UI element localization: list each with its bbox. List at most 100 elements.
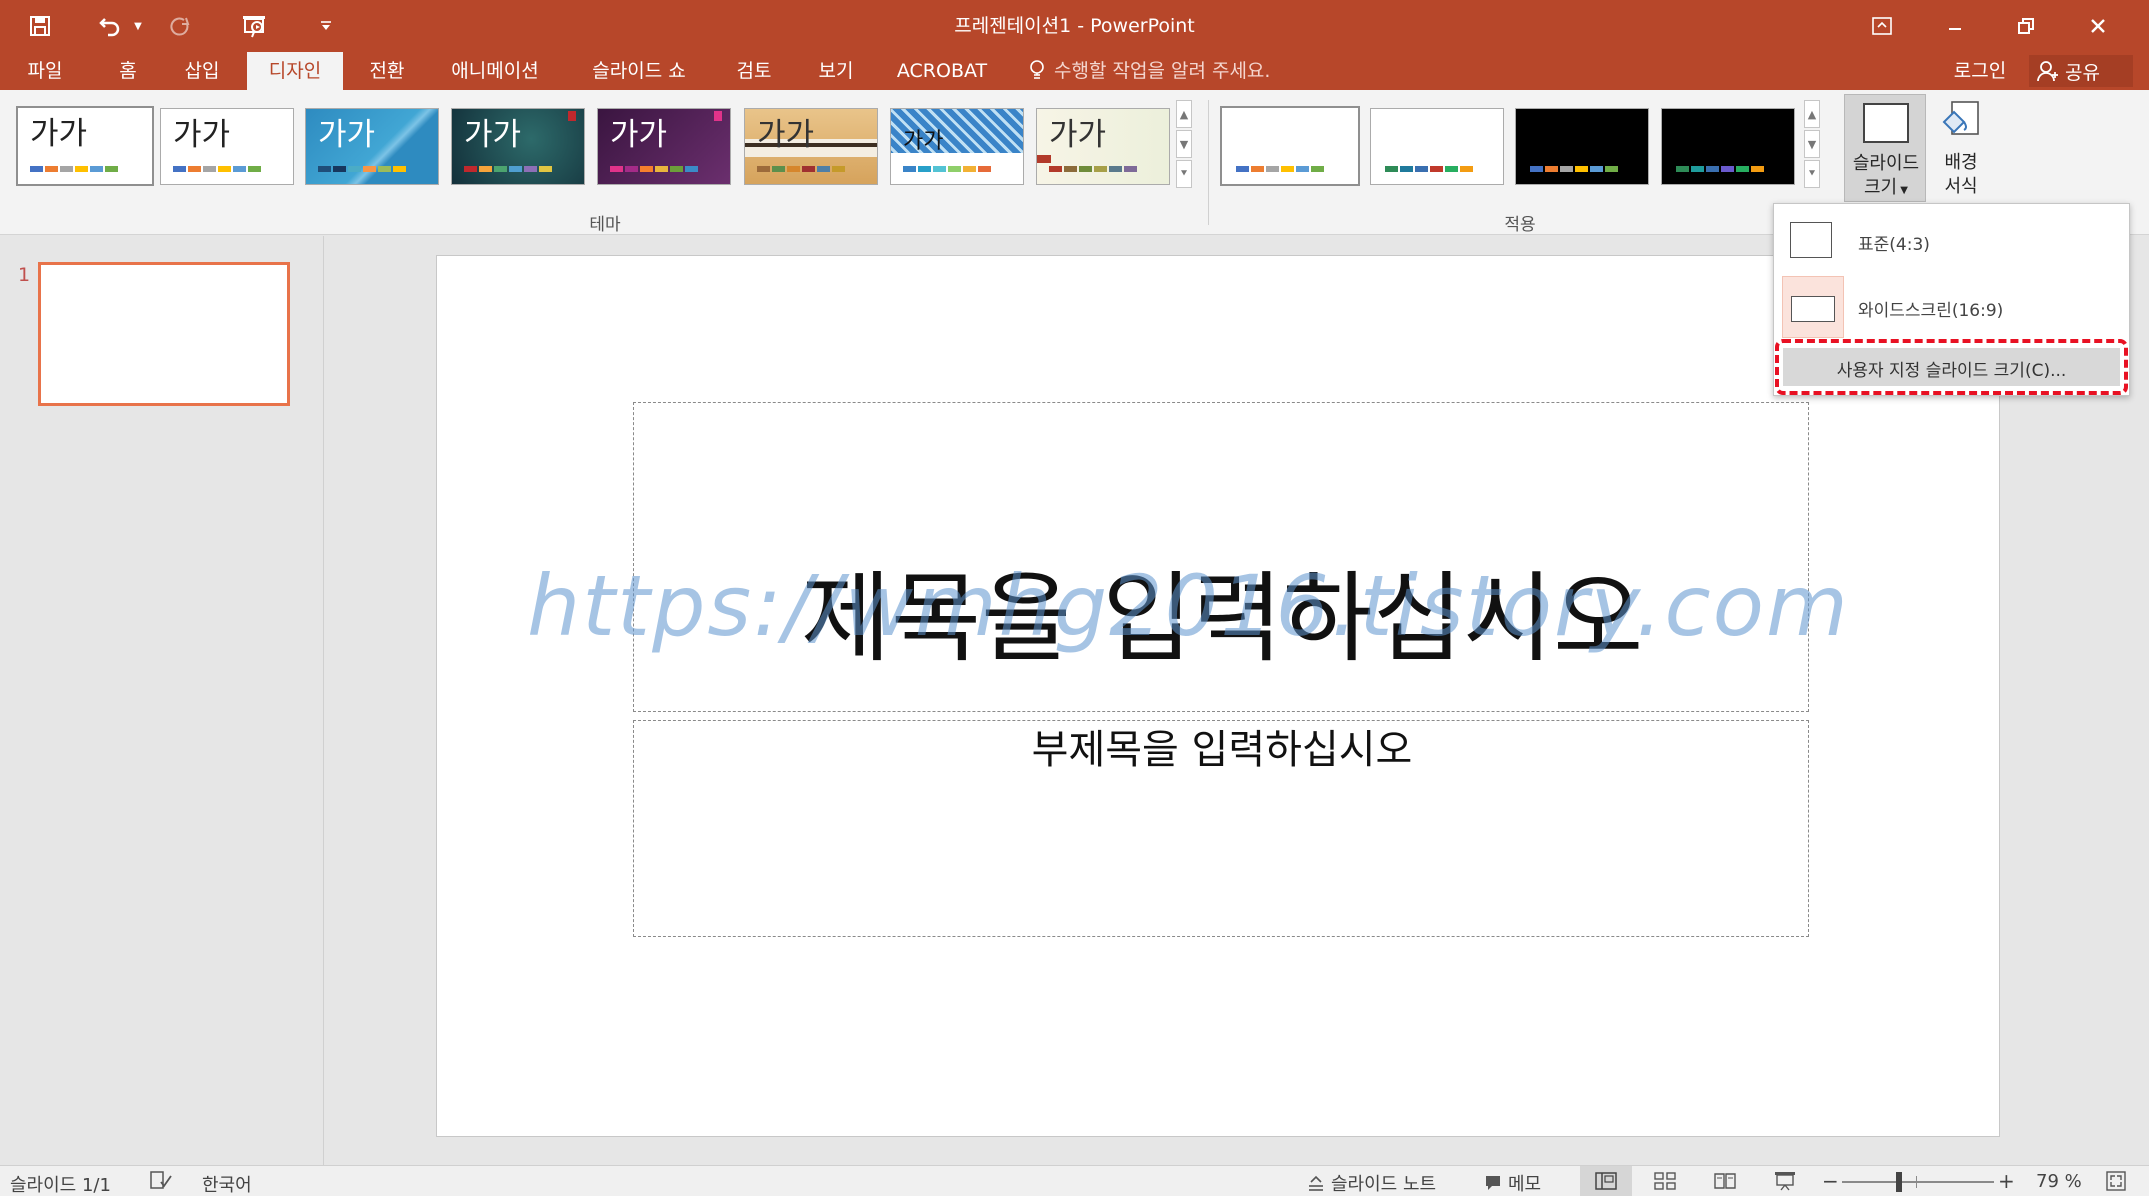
theme-sample-text: 가가 [173, 117, 231, 152]
comments-button[interactable]: 메모 [1484, 1170, 1541, 1196]
share-label: 공유 [2065, 61, 2100, 84]
theme-color-swatches [610, 166, 698, 172]
theme-more-icon[interactable]: ⯆ [1176, 160, 1192, 188]
zoom-slider-thumb[interactable] [1896, 1172, 1902, 1192]
normal-view-icon [1595, 1172, 1617, 1190]
reading-view-icon[interactable] [1714, 1172, 1738, 1192]
ribbon-tabs: 파일 홈 삽입 디자인 전환 애니메이션 슬라이드 쇼 검토 보기 ACROBA… [0, 52, 2149, 90]
minimize-icon[interactable] [1937, 8, 1973, 44]
zoom-slider-center-tick [1916, 1176, 1917, 1188]
menu-item-standard-label: 표준(4:3) [1858, 235, 1930, 255]
theme-scroll-up-icon[interactable]: ▲ [1176, 100, 1192, 128]
variant-thumb[interactable] [1515, 108, 1649, 185]
tab-design[interactable]: 디자인 [247, 52, 343, 90]
theme-thumb[interactable]: 가가 [890, 108, 1024, 185]
tab-slideshow[interactable]: 슬라이드 쇼 [582, 52, 696, 90]
theme-color-swatches [318, 166, 406, 172]
theme-thumb[interactable]: 가가 [16, 106, 154, 186]
variant-thumb[interactable] [1220, 106, 1360, 186]
format-background-button[interactable]: 배경 서식 [1930, 94, 1992, 202]
tab-transitions[interactable]: 전환 [355, 52, 419, 90]
notes-button[interactable]: 슬라이드 노트 [1307, 1170, 1436, 1196]
variant-thumb[interactable] [1661, 108, 1795, 185]
slide-canvas: 제목을 입력하십시오 부제목을 입력하십시오 https://wmhg2016.… [436, 255, 2000, 1137]
zoom-out-icon[interactable]: − [1822, 1169, 1839, 1193]
tab-review[interactable]: 검토 [729, 52, 779, 90]
theme-sample-text: 가가 [464, 117, 522, 152]
tab-home[interactable]: 홈 [104, 52, 152, 90]
format-background-label-2: 서식 [1944, 176, 1978, 197]
slide-sorter-icon[interactable] [1654, 1172, 1678, 1192]
slide-size-label-1: 슬라이드 [1852, 153, 1920, 174]
slide-size-label-row: 크기 ▼ [1845, 177, 1927, 202]
theme-sample-text: 가가 [318, 117, 376, 152]
theme-thumb[interactable]: 가가 [160, 108, 294, 185]
slide-size-menu: 표준(4:3) 와이드스크린(16:9) 사용자 지정 슬라이드 크기(C)..… [1773, 203, 2130, 396]
variant-scroll-up-icon[interactable]: ▲ [1804, 100, 1820, 128]
login-link[interactable]: 로그인 [1944, 52, 2016, 90]
language-indicator[interactable]: 한국어 [202, 1171, 252, 1196]
comments-label: 메모 [1508, 1174, 1542, 1195]
ribbon-display-options-icon[interactable] [1864, 8, 1900, 44]
variant-swatches [1236, 166, 1324, 172]
themes-group-label: 테마 [589, 215, 621, 235]
restore-icon[interactable] [2008, 8, 2044, 44]
theme-sample-text: 가가 [903, 128, 944, 153]
theme-thumb[interactable]: 가가 [451, 108, 585, 185]
variant-more-icon[interactable]: ⯆ [1804, 160, 1820, 188]
menu-item-standard[interactable]: 표준(4:3) [1782, 212, 2120, 272]
theme-thumb[interactable]: 가가 [744, 108, 878, 185]
spelling-check-icon[interactable] [150, 1170, 174, 1192]
theme-accent-mark [568, 111, 576, 121]
tab-insert[interactable]: 삽입 [172, 52, 232, 90]
theme-color-swatches [757, 166, 845, 172]
variant-swatches [1676, 166, 1764, 172]
slide-size-button[interactable]: 슬라이드 크기 ▼ [1844, 94, 1926, 202]
slide-thumbnail-pane: 1 [0, 236, 324, 1165]
widescreen-ratio-icon [1791, 296, 1835, 322]
theme-scroll-down-icon[interactable]: ▼ [1176, 130, 1192, 158]
zoom-slider-track[interactable] [1842, 1181, 1994, 1183]
comments-icon [1486, 1176, 1500, 1190]
tab-view[interactable]: 보기 [810, 52, 862, 90]
powerpoint-window: ▼ 프레젠테이션1 - PowerPoint 파일 홈 삽입 디자인 전환 애니… [0, 0, 2149, 1196]
variant-thumb[interactable] [1370, 108, 1504, 185]
menu-item-widescreen-label: 와이드스크린(16:9) [1858, 301, 2004, 321]
menu-item-widescreen[interactable]: 와이드스크린(16:9) [1782, 276, 2120, 338]
notes-icon [1309, 1175, 1323, 1191]
theme-gallery: 가가 가가 가가 가가 가가 가가 가가 가가 [8, 100, 1190, 193]
title-bar: ▼ 프레젠테이션1 - PowerPoint [0, 0, 2149, 52]
tab-file[interactable]: 파일 [14, 52, 76, 90]
notes-label: 슬라이드 노트 [1331, 1174, 1437, 1195]
zoom-level[interactable]: 79 % [2036, 1171, 2082, 1192]
theme-sample-text: 가가 [30, 116, 88, 151]
theme-color-swatches [464, 166, 552, 172]
menu-item-custom[interactable]: 사용자 지정 슬라이드 크기(C)... [1783, 348, 2120, 386]
standard-ratio-icon [1790, 222, 1832, 258]
variant-swatches [1530, 166, 1618, 172]
slideshow-view-icon[interactable] [1774, 1171, 1798, 1193]
status-bar: 슬라이드 1/1 한국어 슬라이드 노트 메모 − + 79 % [0, 1165, 2149, 1196]
format-background-icon [1942, 100, 1982, 144]
theme-accent-mark [1037, 155, 1051, 163]
theme-color-swatches [30, 166, 118, 172]
slide-thumbnail[interactable] [38, 262, 290, 406]
variant-scroll-down-icon[interactable]: ▼ [1804, 130, 1820, 158]
subtitle-placeholder[interactable]: 부제목을 입력하십시오 [633, 720, 1809, 937]
share-person-icon [2037, 61, 2058, 82]
fit-to-window-icon[interactable] [2106, 1171, 2128, 1193]
theme-color-swatches [173, 166, 261, 172]
normal-view-button[interactable] [1580, 1166, 1632, 1196]
close-icon[interactable] [2080, 8, 2116, 44]
share-button[interactable]: 공유 [2029, 55, 2133, 87]
zoom-in-icon[interactable]: + [1998, 1169, 2015, 1193]
tab-acrobat[interactable]: ACROBAT [892, 52, 992, 90]
theme-thumb[interactable]: 가가 [1036, 108, 1170, 185]
theme-thumb[interactable]: 가가 [305, 108, 439, 185]
theme-accent-mark [714, 111, 722, 121]
tab-animations[interactable]: 애니메이션 [444, 52, 546, 90]
theme-thumb[interactable]: 가가 [597, 108, 731, 185]
slide-count: 슬라이드 1/1 [10, 1175, 111, 1196]
slide-size-label-2: 크기 [1864, 177, 1898, 198]
tell-me-input[interactable]: 수행할 작업을 알려 주세요. [1054, 52, 1294, 90]
